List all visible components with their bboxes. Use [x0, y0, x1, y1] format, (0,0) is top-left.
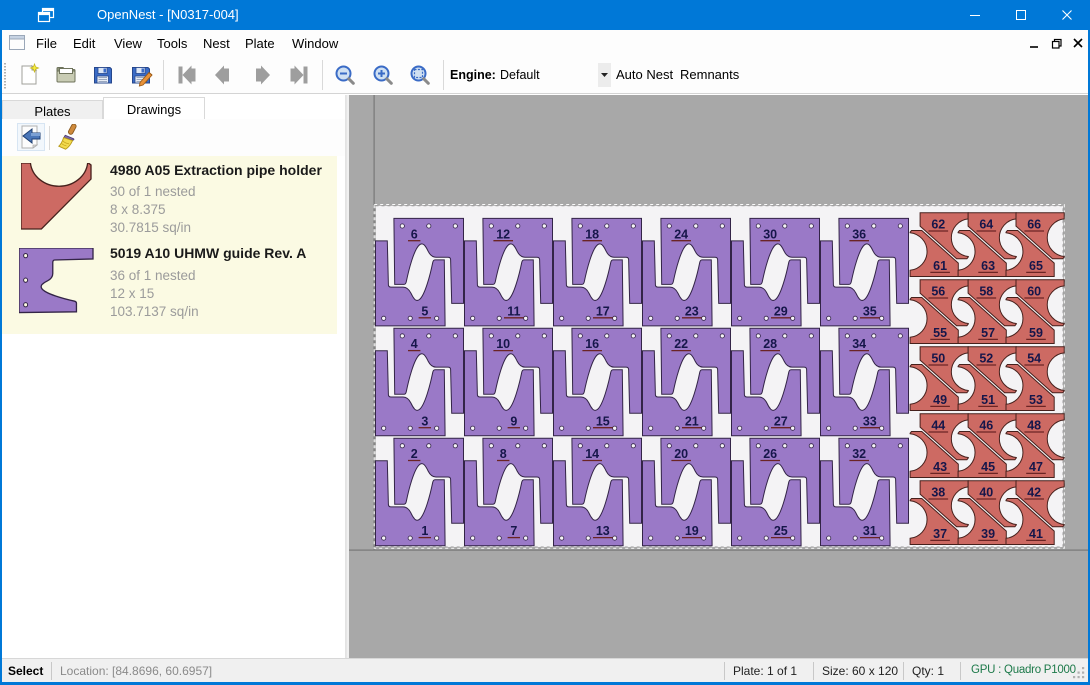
svg-text:51: 51 [981, 393, 995, 407]
svg-text:55: 55 [933, 326, 947, 340]
svg-text:35: 35 [863, 304, 877, 318]
svg-text:26: 26 [763, 447, 777, 461]
svg-text:17: 17 [596, 304, 610, 318]
svg-text:2: 2 [411, 447, 418, 461]
svg-text:15: 15 [596, 414, 610, 428]
svg-text:36: 36 [852, 227, 866, 241]
svg-text:61: 61 [933, 259, 947, 273]
svg-text:18: 18 [585, 227, 599, 241]
svg-text:57: 57 [981, 326, 995, 340]
svg-text:54: 54 [1027, 352, 1041, 366]
svg-text:65: 65 [1029, 259, 1043, 273]
svg-text:33: 33 [863, 414, 877, 428]
svg-text:20: 20 [674, 447, 688, 461]
svg-text:25: 25 [774, 524, 788, 538]
svg-text:58: 58 [979, 285, 993, 299]
svg-text:31: 31 [863, 524, 877, 538]
svg-text:12: 12 [496, 227, 510, 241]
svg-text:22: 22 [674, 337, 688, 351]
svg-text:11: 11 [507, 304, 520, 318]
svg-text:24: 24 [674, 227, 688, 241]
svg-text:44: 44 [931, 419, 945, 433]
svg-text:42: 42 [1027, 486, 1041, 500]
svg-text:43: 43 [933, 460, 947, 474]
svg-text:29: 29 [774, 304, 788, 318]
svg-text:19: 19 [685, 524, 699, 538]
svg-text:46: 46 [979, 419, 993, 433]
svg-text:3: 3 [421, 414, 428, 428]
svg-text:8: 8 [500, 447, 507, 461]
svg-text:66: 66 [1027, 218, 1041, 232]
svg-text:9: 9 [510, 414, 517, 428]
svg-text:41: 41 [1029, 527, 1043, 541]
svg-text:30: 30 [763, 227, 777, 241]
svg-text:16: 16 [585, 337, 599, 351]
svg-text:53: 53 [1029, 393, 1043, 407]
svg-text:39: 39 [981, 527, 995, 541]
svg-text:45: 45 [981, 460, 995, 474]
svg-text:62: 62 [931, 218, 945, 232]
svg-text:47: 47 [1029, 460, 1043, 474]
svg-text:21: 21 [685, 414, 699, 428]
svg-text:64: 64 [979, 218, 993, 232]
svg-text:48: 48 [1027, 419, 1041, 433]
svg-text:63: 63 [981, 259, 995, 273]
svg-text:27: 27 [774, 414, 788, 428]
svg-text:50: 50 [931, 352, 945, 366]
svg-text:38: 38 [931, 486, 945, 500]
svg-text:49: 49 [933, 393, 947, 407]
svg-text:13: 13 [596, 524, 610, 538]
svg-text:40: 40 [979, 486, 993, 500]
svg-text:5: 5 [421, 304, 428, 318]
svg-text:56: 56 [931, 285, 945, 299]
svg-text:6: 6 [411, 227, 418, 241]
svg-text:52: 52 [979, 352, 993, 366]
svg-text:32: 32 [852, 447, 866, 461]
svg-text:23: 23 [685, 304, 699, 318]
svg-text:59: 59 [1029, 326, 1043, 340]
svg-text:28: 28 [763, 337, 777, 351]
svg-text:60: 60 [1027, 285, 1041, 299]
svg-text:37: 37 [933, 527, 947, 541]
svg-text:4: 4 [411, 337, 418, 351]
svg-text:34: 34 [852, 337, 866, 351]
svg-text:10: 10 [496, 337, 510, 351]
svg-text:14: 14 [585, 447, 599, 461]
svg-text:1: 1 [421, 524, 428, 538]
svg-text:7: 7 [510, 524, 517, 538]
